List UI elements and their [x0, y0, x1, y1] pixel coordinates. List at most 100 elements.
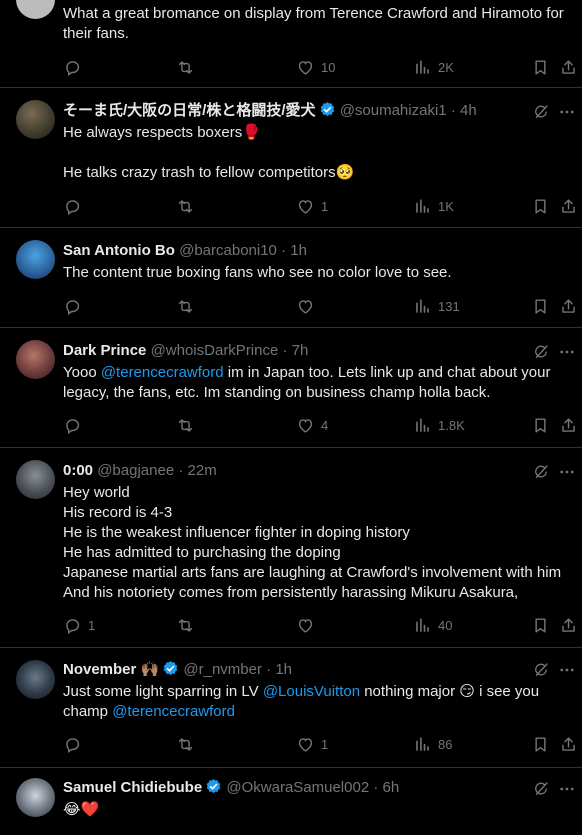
- post-5[interactable]: 0:00 @bagjanee · 22m Hey world His recor…: [0, 448, 582, 648]
- views-button[interactable]: 2K: [413, 56, 454, 78]
- grok-icon[interactable]: [532, 103, 550, 121]
- post-text: Yooo @terencecrawford im in Japan too. L…: [63, 363, 570, 403]
- views-count: 40: [438, 617, 453, 633]
- post-1[interactable]: What a great bromance on display from Te…: [0, 0, 582, 88]
- display-name[interactable]: そーま氏/大阪の日常/株と格闘技/愛犬: [63, 102, 316, 119]
- repost-button[interactable]: [176, 295, 201, 317]
- post-actions: 1 86: [63, 733, 582, 755]
- share-button[interactable]: [559, 295, 578, 317]
- display-name[interactable]: Dark Prince: [63, 342, 146, 359]
- grok-icon[interactable]: [532, 463, 550, 481]
- post-4[interactable]: Dark Prince @whoisDarkPrince · 7h Yooo @…: [0, 328, 582, 448]
- avatar[interactable]: [16, 460, 55, 499]
- display-name[interactable]: Samuel Chidiebube: [63, 779, 202, 796]
- like-button[interactable]: [296, 295, 321, 317]
- like-button[interactable]: 1: [296, 195, 328, 217]
- bookmark-button[interactable]: [531, 56, 550, 78]
- handle[interactable]: @barcaboni10: [179, 242, 277, 259]
- reply-icon: [63, 197, 82, 216]
- avatar[interactable]: [16, 240, 55, 279]
- display-name[interactable]: San Antonio Bo: [63, 242, 175, 259]
- display-name[interactable]: 0:00: [63, 462, 93, 479]
- share-button[interactable]: [559, 56, 578, 78]
- views-button[interactable]: 40: [413, 614, 452, 636]
- grok-icon[interactable]: [532, 780, 550, 798]
- like-button[interactable]: 10: [296, 56, 335, 78]
- post-2[interactable]: そーま氏/大阪の日常/株と格闘技/愛犬 @soumahizaki1 · 4h H…: [0, 88, 582, 228]
- post-text-line: He talks crazy trash to fellow competito…: [63, 164, 355, 181]
- reply-button[interactable]: [63, 295, 88, 317]
- views-button[interactable]: 1K: [413, 195, 454, 217]
- reply-button[interactable]: [63, 195, 88, 217]
- share-button[interactable]: [559, 195, 578, 217]
- repost-button[interactable]: [176, 56, 201, 78]
- more-icon[interactable]: [558, 343, 576, 361]
- avatar[interactable]: [16, 0, 55, 19]
- post-text: The content true boxing fans who see no …: [63, 263, 570, 283]
- reply-button[interactable]: [63, 733, 88, 755]
- repost-button[interactable]: [176, 733, 201, 755]
- display-name[interactable]: November: [63, 661, 136, 678]
- mention-link[interactable]: @terencecrawford: [101, 364, 224, 381]
- more-icon[interactable]: [558, 661, 576, 679]
- post-text-line: Japanese martial arts fans are laughing …: [63, 564, 562, 581]
- like-button[interactable]: 1: [296, 733, 328, 755]
- share-button[interactable]: [559, 414, 578, 436]
- post-text-segment: champ: [63, 703, 113, 720]
- avatar[interactable]: [16, 100, 55, 139]
- timestamp[interactable]: · 1h: [281, 242, 307, 259]
- grok-icon[interactable]: [532, 343, 550, 361]
- post-actions: 4 1.8K: [63, 414, 582, 436]
- timestamp[interactable]: · 7h: [283, 342, 309, 359]
- reply-button[interactable]: [63, 414, 88, 436]
- bookmark-button[interactable]: [531, 414, 550, 436]
- handle[interactable]: @whoisDarkPrince: [151, 342, 279, 359]
- grok-icon[interactable]: [532, 661, 550, 679]
- mention-link[interactable]: @terencecrawford: [112, 703, 235, 720]
- mention-link[interactable]: @LouisVuitton: [263, 683, 360, 700]
- like-button[interactable]: 4: [296, 414, 328, 436]
- timestamp[interactable]: · 1h: [266, 661, 292, 678]
- timestamp[interactable]: · 6h: [373, 779, 399, 796]
- handle[interactable]: @soumahizaki1: [340, 102, 447, 119]
- reply-button[interactable]: [63, 56, 88, 78]
- handle[interactable]: @bagjanee: [97, 462, 174, 479]
- bookmark-button[interactable]: [531, 295, 550, 317]
- share-icon: [559, 58, 578, 77]
- timestamp[interactable]: · 4h: [451, 102, 477, 119]
- avatar[interactable]: [16, 340, 55, 379]
- like-icon: [296, 197, 315, 216]
- bookmark-button[interactable]: [531, 733, 550, 755]
- bookmark-button[interactable]: [531, 195, 550, 217]
- like-icon: [296, 735, 315, 754]
- more-icon[interactable]: [558, 780, 576, 798]
- repost-button[interactable]: [176, 614, 201, 636]
- repost-button[interactable]: [176, 195, 201, 217]
- share-button[interactable]: [559, 614, 578, 636]
- like-button[interactable]: [296, 614, 321, 636]
- handle[interactable]: @OkwaraSamuel002: [226, 779, 369, 796]
- post-text-segment: im in Japan too. Lets link up and chat a…: [223, 364, 551, 381]
- repost-button[interactable]: [176, 414, 201, 436]
- more-icon[interactable]: [558, 103, 576, 121]
- like-icon: [296, 416, 315, 435]
- bookmark-button[interactable]: [531, 614, 550, 636]
- like-icon: [296, 297, 315, 316]
- post-header: Samuel Chidiebube @OkwaraSamuel002 · 6h: [63, 778, 399, 798]
- post-7[interactable]: Samuel Chidiebube @OkwaraSamuel002 · 6h …: [0, 768, 582, 835]
- reply-button[interactable]: 1: [63, 614, 95, 636]
- views-button[interactable]: 1.8K: [413, 414, 465, 436]
- views-button[interactable]: 86: [413, 733, 452, 755]
- views-button[interactable]: 131: [413, 295, 460, 317]
- avatar[interactable]: [16, 660, 55, 699]
- more-icon[interactable]: [558, 463, 576, 481]
- share-button[interactable]: [559, 733, 578, 755]
- timestamp[interactable]: · 22m: [178, 462, 216, 479]
- post-3[interactable]: San Antonio Bo @barcaboni10 · 1h The con…: [0, 228, 582, 328]
- verified-icon: [162, 660, 179, 677]
- handle[interactable]: @r_nvmber: [183, 661, 262, 678]
- post-text-line: Just some light sparring in LV @LouisVui…: [63, 682, 570, 702]
- avatar[interactable]: [16, 778, 55, 817]
- views-icon: [413, 735, 432, 754]
- post-6[interactable]: November 🙌🏽 @r_nvmber · 1h Just some lig…: [0, 648, 582, 768]
